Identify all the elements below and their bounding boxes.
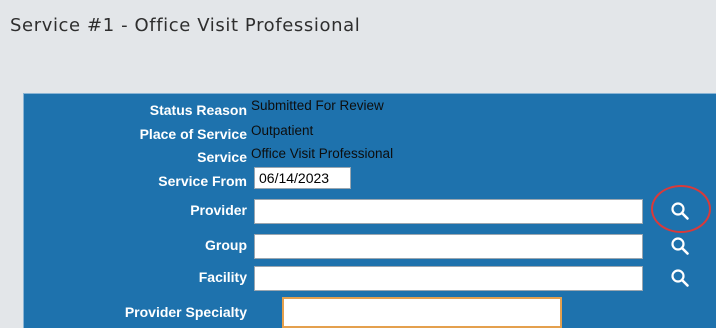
page-title: Service #1 - Office Visit Professional — [10, 15, 361, 36]
provider-field[interactable] — [254, 199, 643, 224]
facility-label: Facility — [198, 269, 247, 285]
place-of-service-value: Outpatient — [251, 123, 314, 138]
service-from-label: Service From — [158, 173, 247, 189]
service-detail-panel: Status Reason Submitted For Review Place… — [23, 93, 716, 328]
service-from-field[interactable]: 06/14/2023 — [254, 167, 351, 189]
provider-specialty-label: Provider Specialty — [124, 304, 247, 320]
group-search-icon[interactable] — [669, 235, 691, 257]
service-label: Service — [197, 149, 247, 165]
provider-specialty-field[interactable] — [282, 297, 562, 328]
provider-label: Provider — [190, 202, 247, 218]
facility-field[interactable] — [254, 266, 643, 291]
highlight-ring-annotation — [651, 185, 711, 233]
facility-search-icon[interactable] — [669, 267, 691, 289]
status-reason-label: Status Reason — [149, 102, 247, 118]
group-label: Group — [205, 237, 247, 253]
group-field[interactable] — [254, 234, 643, 259]
page-header: Service #1 - Office Visit Professional — [0, 0, 716, 88]
place-of-service-label: Place of Service — [139, 126, 247, 142]
status-reason-value: Submitted For Review — [251, 98, 384, 113]
service-value: Office Visit Professional — [251, 146, 394, 161]
